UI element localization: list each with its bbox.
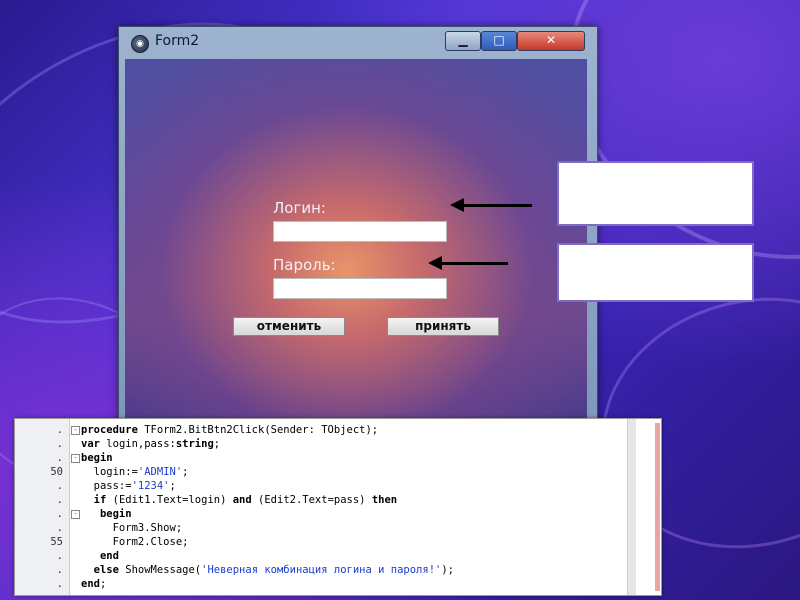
code-token: (Edit1.Text=login) [112, 494, 233, 506]
code-keyword: begin [81, 452, 113, 464]
code-line[interactable]: . if (Edit1.Text=login) and (Edit2.Text=… [15, 493, 655, 507]
line-number: 55 [50, 536, 63, 548]
login-label: Логин: [273, 199, 326, 217]
password-label: Пароль: [273, 256, 336, 274]
line-number: . [56, 550, 63, 562]
code-token: Form3.Show; [81, 522, 183, 534]
code-text: Form2.Close; [81, 535, 189, 549]
accept-button[interactable]: принять [387, 317, 499, 336]
annotation-box-password [557, 243, 754, 302]
title-bar[interactable]: ◉ Form2 ▁ □ ✕ [119, 27, 597, 57]
code-string: 'Неверная комбинация логина и пароля!' [201, 564, 442, 576]
code-text: login:='ADMIN'; [81, 465, 189, 479]
code-text: Form3.Show; [81, 521, 183, 535]
code-keyword: string [175, 438, 214, 450]
code-line[interactable]: . Form3.Show; [15, 521, 655, 535]
code-token: ; [169, 480, 176, 492]
line-number: . [56, 564, 63, 576]
code-keyword: then [371, 494, 398, 506]
fold-toggle-icon[interactable]: - [71, 426, 80, 435]
code-token: login,pass: [106, 438, 176, 450]
code-token: pass:= [81, 480, 132, 492]
fold-toggle-icon[interactable]: - [71, 454, 80, 463]
password-input[interactable] [273, 278, 447, 299]
code-text: end; [81, 577, 106, 591]
line-number: . [56, 480, 63, 492]
code-line[interactable]: . var login,pass:string; [15, 437, 655, 451]
code-keyword: else [93, 564, 126, 576]
minimize-button[interactable]: ▁ [445, 31, 481, 51]
code-line[interactable]: . pass:='1234'; [15, 479, 655, 493]
code-token: login:= [81, 466, 138, 478]
code-keyword: var [81, 438, 107, 450]
arrow-left-icon [428, 256, 508, 270]
form2-window: ◉ Form2 ▁ □ ✕ Логин: Пароль: отменить пр… [118, 26, 598, 428]
code-editor[interactable]: . - procedure TForm2.BitBtn2Click(Sender: … [14, 418, 662, 596]
code-token: ShowMessage( [125, 564, 202, 576]
line-number: . [56, 438, 63, 450]
code-line[interactable]: .- begin [15, 507, 655, 521]
code-keyword: procedure [81, 424, 145, 436]
line-number: . [56, 494, 63, 506]
code-token: TForm2.BitBtn2Click(Sender: TObject); [144, 424, 379, 436]
window-title: Form2 [155, 33, 200, 49]
app-icon[interactable]: ◉ [131, 35, 149, 53]
line-number: . [56, 522, 63, 534]
arrow-left-icon [450, 198, 532, 212]
fold-toggle-icon[interactable]: - [71, 510, 80, 519]
code-token: ; [99, 578, 107, 590]
code-line[interactable]: . end; [15, 577, 655, 591]
code-token: Form2.Close; [81, 536, 189, 548]
code-text: begin [81, 451, 113, 465]
login-input[interactable] [273, 221, 447, 242]
line-number: . [56, 508, 63, 520]
maximize-button[interactable]: □ [481, 31, 517, 51]
code-line[interactable]: . - procedure TForm2.BitBtn2Click(Sender: … [15, 423, 655, 437]
cancel-button[interactable]: отменить [233, 317, 345, 336]
line-number: . [56, 578, 63, 590]
code-line[interactable]: . else ShowMessage('Неверная комбинация … [15, 563, 655, 577]
code-token: (Edit2.Text=pass) [258, 494, 372, 506]
code-token: ; [213, 438, 221, 450]
code-token: ; [182, 466, 189, 478]
line-number: . [56, 452, 63, 464]
code-line[interactable]: . - begin [15, 451, 655, 465]
code-text: end [81, 549, 119, 563]
code-line[interactable]: 50 login:='ADMIN'; [15, 465, 655, 479]
code-token: ); [441, 564, 454, 576]
editor-margin-marker [655, 423, 660, 591]
code-text: var login,pass:string; [81, 437, 220, 451]
code-keyword: end [81, 578, 100, 590]
code-string: '1234' [131, 480, 170, 492]
close-button[interactable]: ✕ [517, 31, 585, 51]
code-text: else ShowMessage('Неверная комбинация ло… [81, 563, 454, 577]
annotation-box-login [557, 161, 754, 226]
code-line[interactable]: . end [15, 549, 655, 563]
code-text: pass:='1234'; [81, 479, 176, 493]
code-keyword: begin [99, 508, 132, 520]
code-keyword: end [99, 550, 119, 562]
form-client-area: Логин: Пароль: отменить принять [125, 59, 587, 423]
code-line[interactable]: 55 Form2.Close; [15, 535, 655, 549]
line-number: . [56, 424, 63, 436]
code-text: begin [81, 507, 132, 521]
code-text: if (Edit1.Text=login) and (Edit2.Text=pa… [81, 493, 397, 507]
line-number: 50 [50, 466, 63, 478]
code-string: 'ADMIN' [137, 466, 183, 478]
code-keyword: and [232, 494, 259, 506]
code-text: procedure TForm2.BitBtn2Click(Sender: TO… [81, 423, 378, 437]
code-keyword: if [93, 494, 113, 506]
